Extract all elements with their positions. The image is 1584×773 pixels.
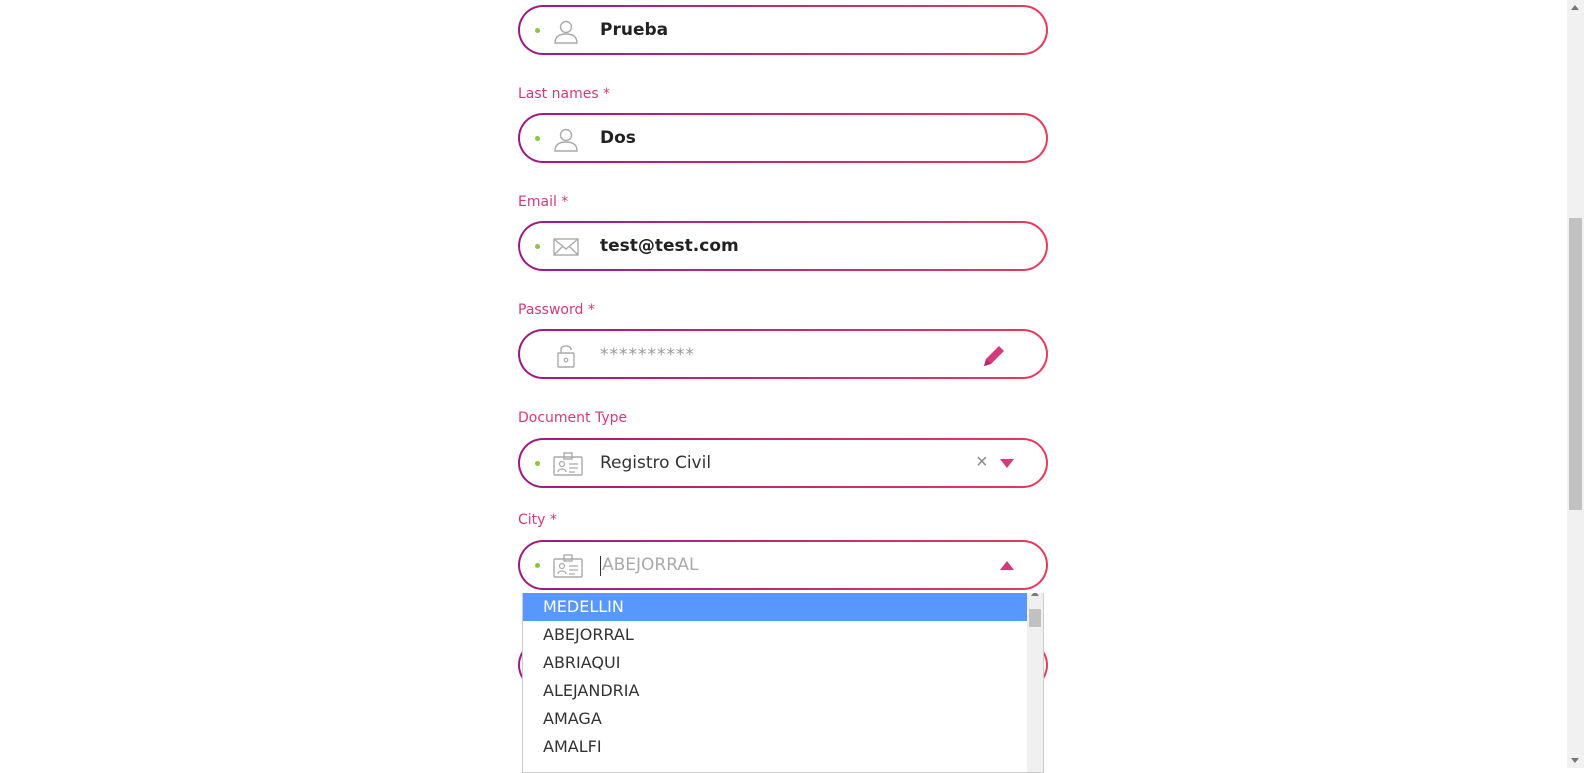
city-option-amalfi[interactable]: AMALFI	[523, 733, 1028, 761]
clear-icon[interactable]: ×	[976, 451, 988, 474]
required-dot	[535, 461, 540, 466]
required-dot	[535, 244, 540, 249]
city-option-alejandria[interactable]: ALEJANDRIA	[523, 677, 1028, 705]
email-value[interactable]: test@test.com	[600, 236, 739, 256]
document-type-select[interactable]: Registro Civil ×	[518, 438, 1048, 488]
chevron-up-icon[interactable]	[1000, 561, 1014, 570]
email-label: Email *	[518, 194, 569, 210]
scroll-up-arrow-icon[interactable]	[1571, 5, 1579, 10]
user-icon	[554, 128, 578, 152]
document-type-label: Document Type	[518, 410, 628, 426]
last-names-field[interactable]: Dos	[518, 113, 1048, 163]
chevron-down-icon[interactable]	[1000, 459, 1014, 468]
city-label: City *	[518, 512, 557, 528]
last-names-value[interactable]: Dos	[600, 128, 636, 148]
first-name-field[interactable]: Prueba	[518, 5, 1048, 55]
password-label: Password *	[518, 302, 595, 318]
city-option-abriaqui[interactable]: ABRIAQUI	[523, 649, 1028, 677]
user-icon	[554, 20, 578, 44]
id-card-icon	[553, 452, 583, 476]
city-select[interactable]: ABEJORRAL	[518, 540, 1048, 590]
pencil-icon[interactable]	[980, 342, 1008, 370]
page-scrollbar[interactable]	[1567, 0, 1584, 768]
first-name-value[interactable]: Prueba	[600, 20, 668, 40]
last-names-label: Last names *	[518, 86, 611, 102]
scroll-down-arrow-icon[interactable]	[1571, 758, 1579, 763]
dropdown-scroll-thumb[interactable]	[1029, 609, 1041, 627]
city-option-amaga[interactable]: AMAGA	[523, 705, 1028, 733]
city-option-abejorral[interactable]: ABEJORRAL	[523, 621, 1028, 649]
city-dropdown-list[interactable]: MEDELLIN ABEJORRAL ABRIAQUI ALEJANDRIA A…	[522, 593, 1044, 773]
city-search-input[interactable]: ABEJORRAL	[602, 555, 698, 575]
scroll-up-arrow-icon[interactable]	[1031, 593, 1039, 596]
password-value[interactable]: **********	[600, 345, 695, 365]
envelope-icon	[553, 238, 579, 256]
email-field[interactable]: test@test.com	[518, 221, 1048, 271]
password-field[interactable]: **********	[518, 329, 1048, 379]
text-caret	[600, 556, 601, 576]
dropdown-scrollbar[interactable]	[1027, 593, 1043, 772]
required-dot	[535, 136, 540, 141]
lock-icon	[557, 345, 575, 368]
required-dot	[535, 28, 540, 33]
id-card-icon	[553, 554, 583, 578]
document-type-value: Registro Civil	[600, 453, 712, 473]
required-dot	[535, 563, 540, 568]
city-option-medellin[interactable]: MEDELLIN	[523, 593, 1028, 621]
page-scroll-thumb[interactable]	[1569, 218, 1582, 510]
